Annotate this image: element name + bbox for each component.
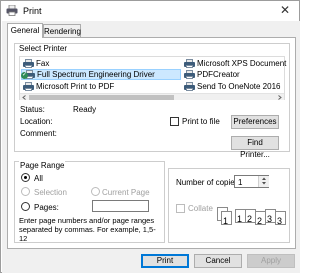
scroll-thumb[interactable] <box>29 95 174 100</box>
all-label[interactable]: All <box>34 174 43 183</box>
copies-value: 1 <box>238 178 243 187</box>
print-to-file-checkbox[interactable] <box>170 117 179 126</box>
collate-page: 3 <box>275 211 286 226</box>
print-dialog: Print ✕ General Rendering Select Printer… <box>0 0 300 273</box>
copies-input[interactable]: 1 <box>234 175 269 188</box>
comment-label: Comment: <box>20 129 57 138</box>
printer-icon <box>184 82 195 91</box>
printer-name: PDFCreator <box>197 70 240 79</box>
current-page-label[interactable]: Current Page <box>102 188 150 197</box>
pages-radio[interactable] <box>21 202 30 211</box>
collate-page: 1 <box>221 211 232 226</box>
tab-rendering[interactable]: Rendering <box>43 24 81 37</box>
preferences-button-label: Preferences <box>233 117 277 126</box>
printer-icon <box>23 59 34 68</box>
printer-list[interactable]: Fax ✓ Full Spectrum Engineering Driver M… <box>19 56 286 100</box>
printer-name: Fax <box>36 59 50 68</box>
cancel-button-label: Cancel <box>205 256 231 265</box>
find-printer-button[interactable]: Find Printer... <box>231 136 279 159</box>
scroll-left-icon[interactable] <box>22 95 27 100</box>
close-icon: ✕ <box>279 3 291 17</box>
close-button[interactable]: ✕ <box>271 1 299 21</box>
printer-item-fax[interactable]: Fax <box>23 59 49 68</box>
all-radio[interactable] <box>21 173 30 182</box>
apply-button[interactable]: Apply <box>247 254 295 268</box>
printer-icon: ✓ <box>21 70 35 79</box>
pages-input[interactable] <box>92 200 149 212</box>
collate-checkbox[interactable] <box>176 204 185 213</box>
printer-item-ms-pdf[interactable]: Microsoft Print to PDF <box>23 82 114 91</box>
collate-label[interactable]: Collate <box>188 204 213 213</box>
printer-icon <box>184 59 195 68</box>
page-range-label: Page Range <box>19 161 66 170</box>
current-page-radio[interactable] <box>91 187 100 196</box>
apply-button-label: Apply <box>260 256 281 265</box>
print-button[interactable]: Print <box>141 254 189 268</box>
printer-name: Full Spectrum Engineering Driver <box>37 70 155 79</box>
printer-list-scrollbar[interactable] <box>20 93 284 100</box>
print-to-file-label[interactable]: Print to file <box>182 117 220 126</box>
print-button-label: Print <box>156 256 174 265</box>
select-printer-label: Select Printer <box>19 44 68 53</box>
printer-item-onenote[interactable]: Send To OneNote 2016 <box>184 82 280 91</box>
preferences-button[interactable]: Preferences <box>231 115 279 129</box>
title-bar: Print ✕ <box>1 1 299 21</box>
printer-icon <box>6 5 18 16</box>
find-printer-button-label: Find Printer... <box>240 138 270 159</box>
location-label: Location: <box>20 117 53 126</box>
printer-icon <box>23 82 34 91</box>
status-value: Ready <box>73 105 97 114</box>
default-check-icon: ✓ <box>21 72 28 79</box>
printer-name: Microsoft XPS Document <box>197 59 287 68</box>
collate-illustration: 1 1 2 2 3 3 <box>217 207 289 233</box>
status-label: Status: <box>20 105 45 114</box>
printer-icon <box>184 70 195 79</box>
printer-name: Send To OneNote 2016 <box>197 82 281 91</box>
selection-label[interactable]: Selection <box>34 188 67 197</box>
cancel-button[interactable]: Cancel <box>194 254 242 268</box>
printer-item-pdfcreator[interactable]: PDFCreator <box>184 70 240 79</box>
tab-general[interactable]: General <box>7 23 43 38</box>
pages-label[interactable]: Pages: <box>34 203 59 212</box>
page-range-hint: Enter page numbers and/or page ranges se… <box>19 216 156 243</box>
copies-label: Number of copies: <box>176 178 241 187</box>
printer-item-full-spectrum[interactable]: ✓ Full Spectrum Engineering Driver <box>21 69 181 80</box>
arrow-down-icon[interactable] <box>261 181 267 186</box>
selection-radio[interactable] <box>21 187 30 196</box>
printer-name: Microsoft Print to PDF <box>36 82 115 91</box>
scroll-right-icon[interactable] <box>277 95 282 100</box>
printer-item-xps[interactable]: Microsoft XPS Document <box>184 59 286 68</box>
window-title: Print <box>23 6 42 16</box>
copies-stepper[interactable] <box>258 176 269 187</box>
